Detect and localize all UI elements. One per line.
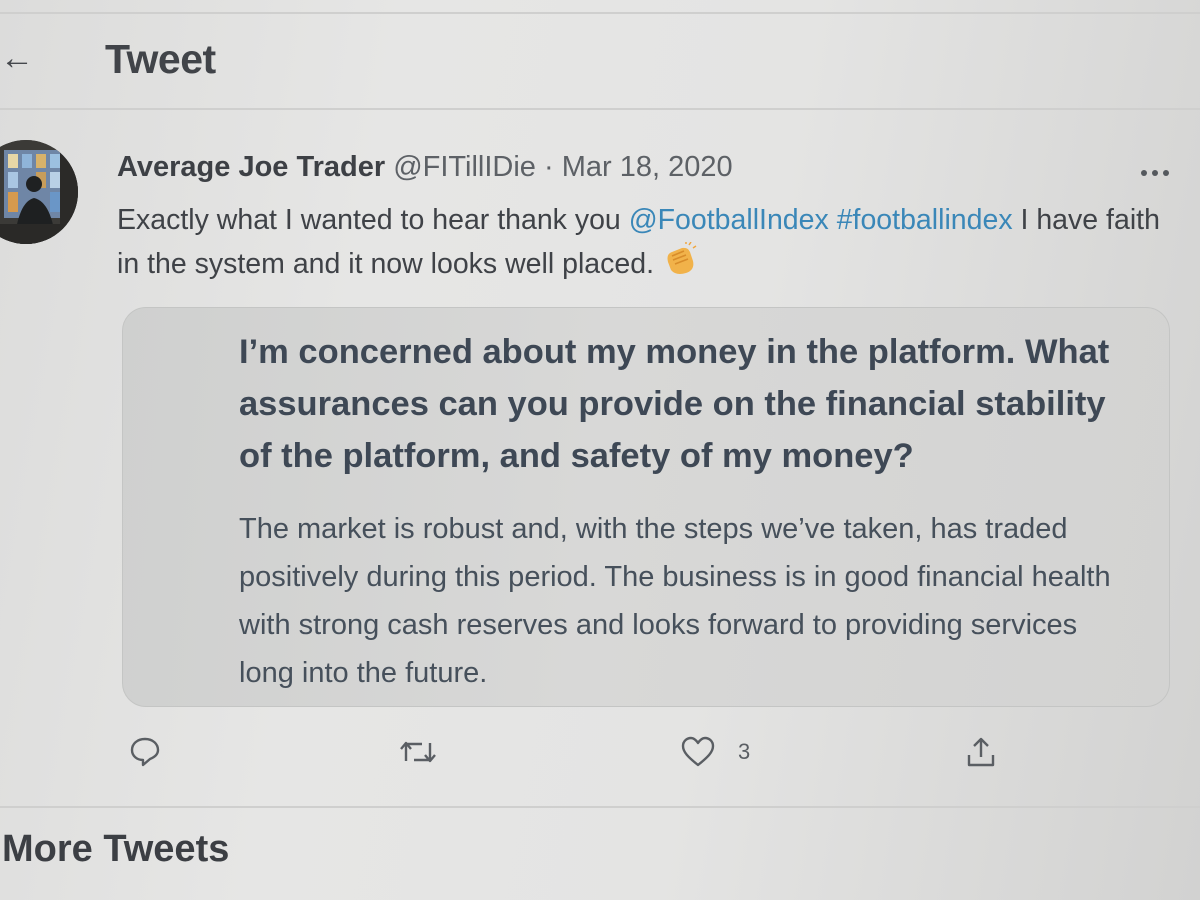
retweet-icon <box>400 741 436 763</box>
avatar-image <box>0 140 78 244</box>
author-handle[interactable]: @FITillIDie <box>393 151 536 183</box>
tweet-text-part1: Exactly what I wanted to hear thank you <box>117 204 629 236</box>
actions-divider <box>0 806 1200 808</box>
retweet-button[interactable] <box>398 732 438 772</box>
like-count: 3 <box>738 739 751 764</box>
avatar[interactable] <box>0 140 78 244</box>
share-icon <box>967 737 995 767</box>
like-button[interactable]: 3 <box>680 732 750 772</box>
quote-body: The market is robust and, with the steps… <box>239 513 1111 689</box>
tweet-meta: Average Joe Trader @FITillIDie · Mar 18,… <box>117 151 733 184</box>
hashtag-link[interactable]: #footballindex <box>837 204 1013 236</box>
tweet-text: Exactly what I wanted to hear thank you … <box>117 198 1177 289</box>
reply-icon <box>130 737 160 767</box>
reply-button[interactable] <box>128 732 162 772</box>
heart-icon <box>681 736 715 767</box>
quote-heading: I’m concerned about my money in the plat… <box>239 333 1110 475</box>
top-divider <box>0 12 1200 14</box>
mention-link[interactable]: @FootballIndex <box>629 204 829 236</box>
more-options-icon[interactable] <box>1136 156 1176 186</box>
more-tweets-heading: More Tweets <box>2 828 230 870</box>
share-button[interactable] <box>964 732 998 772</box>
clapping-hands-icon <box>662 241 698 289</box>
meta-separator: · <box>544 151 554 183</box>
author-name[interactable]: Average Joe Trader <box>117 151 385 183</box>
header-divider <box>0 108 1200 110</box>
tweet-date[interactable]: Mar 18, 2020 <box>562 151 733 183</box>
quoted-content-card[interactable]: I’m concerned about my money in the plat… <box>122 307 1170 707</box>
back-arrow-icon[interactable]: ← <box>0 38 40 78</box>
page-title: Tweet <box>105 36 216 82</box>
